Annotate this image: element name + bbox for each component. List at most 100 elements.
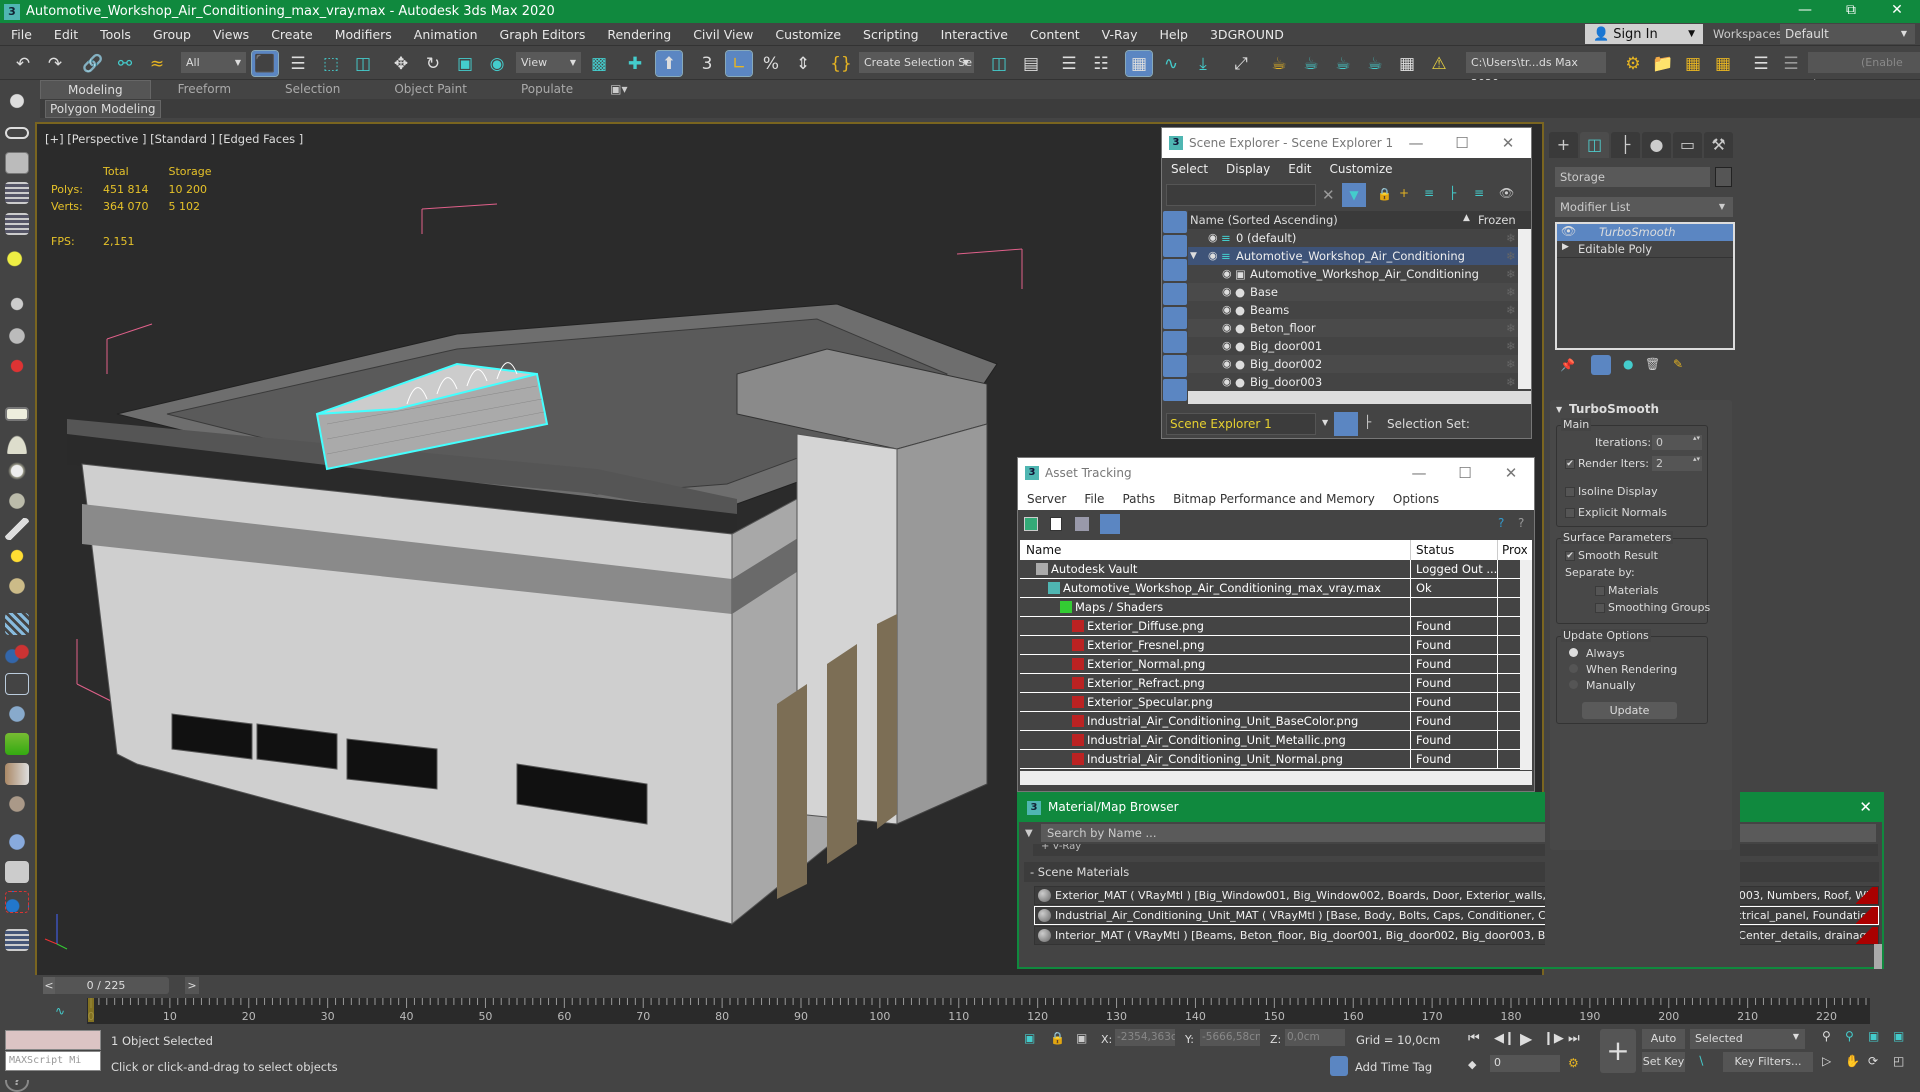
add-layer-icon[interactable]: + [1399, 186, 1409, 200]
asset-row[interactable]: Exterior_Fresnel.png Found [1020, 636, 1520, 655]
keyboard-shortcut-override-icon[interactable]: ✚ [622, 51, 648, 76]
se-menu-select[interactable]: Select [1162, 162, 1217, 176]
asset-vscrollbar[interactable] [1520, 560, 1532, 770]
show-end-result-icon[interactable] [1591, 355, 1611, 375]
scene-explorer-vscrollbar[interactable] [1518, 229, 1531, 389]
maximize-icon[interactable]: ☐ [1442, 458, 1488, 488]
select-by-name-icon[interactable]: ☰ [285, 51, 311, 76]
key-tangent-icon[interactable]: ∖ [1697, 1054, 1705, 1068]
asset-row[interactable]: Automotive_Workshop_Air_Conditioning_max… [1020, 579, 1520, 598]
layers-icon[interactable]: ☰ [1748, 51, 1774, 76]
materials-checkbox[interactable]: Materials [1595, 584, 1658, 597]
snap-toggle-icon[interactable]: ⬆ [655, 50, 683, 77]
maximize-viewport-icon[interactable]: ◰ [1893, 1054, 1904, 1068]
at-menu-file[interactable]: File [1075, 492, 1113, 506]
absolute-mode-icon[interactable]: ▣ [1076, 1031, 1087, 1045]
minimize-icon[interactable]: — [1782, 0, 1828, 23]
render-window-icon[interactable] [5, 152, 29, 174]
layer-explorer-icon[interactable]: ☷ [1088, 51, 1114, 76]
ribbon-options-icon[interactable]: ▣▾ [600, 80, 637, 99]
undo-icon[interactable]: ↶ [10, 51, 36, 76]
menu-interactive[interactable]: Interactive [930, 27, 1019, 42]
dome-light-icon[interactable] [5, 432, 29, 454]
isolate-selection-icon[interactable]: ▣ [1024, 1031, 1035, 1045]
pivot-center-icon[interactable]: ▩ [586, 51, 612, 76]
curve-editor-mini-icon[interactable]: ∿ [55, 1004, 65, 1018]
mesh-light-icon[interactable] [5, 490, 29, 512]
time-configuration-icon[interactable]: ⚙ [1568, 1056, 1579, 1070]
vray-proxy-icon[interactable] [5, 673, 29, 695]
group-filter-icon[interactable] [1163, 355, 1187, 377]
cloud-icon[interactable] [5, 127, 29, 139]
modifier-list-dropdown[interactable]: Modifier List ▼ [1555, 197, 1733, 217]
tree-view-icon[interactable] [1075, 517, 1089, 531]
column-status-header[interactable]: Status [1410, 540, 1459, 560]
menu-file[interactable]: File [0, 27, 43, 42]
list-view-icon[interactable] [1050, 517, 1062, 531]
iterations-spinner[interactable]: 0 [1652, 435, 1702, 450]
x-coordinate-field[interactable]: -2354,363c [1115, 1029, 1175, 1046]
maxscript-listener-pink[interactable] [5, 1030, 101, 1050]
sun-icon[interactable] [5, 545, 29, 567]
scene-explorer-row[interactable]: ◉ ● Beton_floor ❄ [1188, 319, 1518, 337]
ribbon-toggle-icon[interactable]: ▦ [1125, 50, 1153, 77]
pin-stack-icon[interactable]: 📌 [1560, 358, 1575, 372]
asset-row[interactable]: Exterior_Specular.png Found [1020, 693, 1520, 712]
clear-search-icon[interactable]: ✕ [1322, 186, 1335, 204]
frozen-icon[interactable]: ❄ [1506, 355, 1516, 373]
smoothing-groups-checkbox[interactable]: Smoothing Groups [1595, 601, 1710, 614]
menu-graph-editors[interactable]: Graph Editors [489, 27, 597, 42]
add-to-layer-icon[interactable]: ≡ [1424, 186, 1434, 200]
collapse-arrow-icon[interactable]: ▼ [1556, 405, 1562, 414]
snaps-3d-icon[interactable]: 3 [694, 51, 720, 76]
menu-modifiers[interactable]: Modifiers [324, 27, 403, 42]
hierarchy-tab-icon[interactable]: ├ [1611, 132, 1640, 158]
column-name-header[interactable]: Name [1026, 543, 1061, 557]
region-render-icon[interactable] [5, 891, 29, 913]
teapot-icon[interactable] [5, 90, 29, 112]
menu-customize[interactable]: Customize [764, 27, 852, 42]
frozen-icon[interactable]: ❄ [1506, 319, 1516, 337]
menu-civil-view[interactable]: Civil View [682, 27, 764, 42]
chevron-down-icon[interactable]: ▼ [1322, 418, 1328, 427]
frozen-icon[interactable]: ❄ [1506, 337, 1516, 355]
next-frame-icon[interactable]: > [185, 977, 199, 994]
visibility-eye-icon[interactable]: ◉ [1222, 337, 1232, 355]
add-time-tag[interactable]: Add Time Tag [1355, 1060, 1432, 1074]
polygon-modeling-panel[interactable]: Polygon Modeling [45, 100, 161, 118]
helper-filter-icon[interactable] [1163, 307, 1187, 329]
visibility-eye-icon[interactable]: ◉ [1222, 265, 1232, 283]
at-menu-paths[interactable]: Paths [1113, 492, 1164, 506]
spinner-snap-icon[interactable]: ⇕ [790, 51, 816, 76]
lock-icon[interactable]: 🔒 [1377, 187, 1392, 201]
spacewarp-filter-icon[interactable] [1163, 331, 1187, 353]
ribbon-tab-object-paint[interactable]: Object Paint [367, 80, 494, 99]
visibility-eye-icon[interactable]: ◉ [1208, 229, 1218, 247]
close-icon[interactable]: ✕ [1859, 798, 1872, 816]
ornatrix-icon[interactable] [5, 793, 29, 815]
render-iters-spinner[interactable]: 2 [1652, 456, 1702, 471]
mirror-icon[interactable]: ◫ [986, 51, 1012, 76]
scene-explorer-hscrollbar[interactable] [1188, 391, 1531, 404]
asset-row[interactable]: Industrial_Air_Conditioning_Unit_Metalli… [1020, 731, 1520, 750]
se-menu-display[interactable]: Display [1217, 162, 1279, 176]
explorer-name-dropdown[interactable]: Scene Explorer 1 [1166, 413, 1316, 435]
make-unique-icon[interactable]: ● [1623, 357, 1633, 371]
asset-hscrollbar[interactable] [1020, 771, 1532, 785]
project-folder-dropdown[interactable]: C:\Users\tr...ds Max 2020▼ [1466, 52, 1606, 90]
placement-icon[interactable]: ◉ [484, 51, 510, 76]
xref-filter-icon[interactable] [1163, 379, 1187, 401]
update-option-when-rendering[interactable]: When Rendering [1569, 663, 1677, 679]
menu-views[interactable]: Views [202, 27, 260, 42]
render-production-icon[interactable]: ☕ [1330, 51, 1356, 76]
maxscript-mini-listener[interactable]: MAXScript Mi [5, 1051, 101, 1071]
se-menu-customize[interactable]: Customize [1321, 162, 1402, 176]
set-key-big-icon[interactable]: + [1600, 1029, 1636, 1073]
filter-icon[interactable]: ▼ [1342, 183, 1366, 207]
frozen-icon[interactable]: ❄ [1506, 373, 1516, 389]
render-setup-icon[interactable]: ☕ [1266, 51, 1292, 76]
scene-converter-icon[interactable] [5, 861, 29, 883]
list-icon[interactable] [5, 182, 29, 204]
stack-item-turbosmooth[interactable]: 👁 TurboSmooth [1557, 224, 1733, 241]
scene-explorer-titlebar[interactable]: 3 Scene Explorer - Scene Explorer 1 — ☐ ✕ [1162, 128, 1531, 158]
